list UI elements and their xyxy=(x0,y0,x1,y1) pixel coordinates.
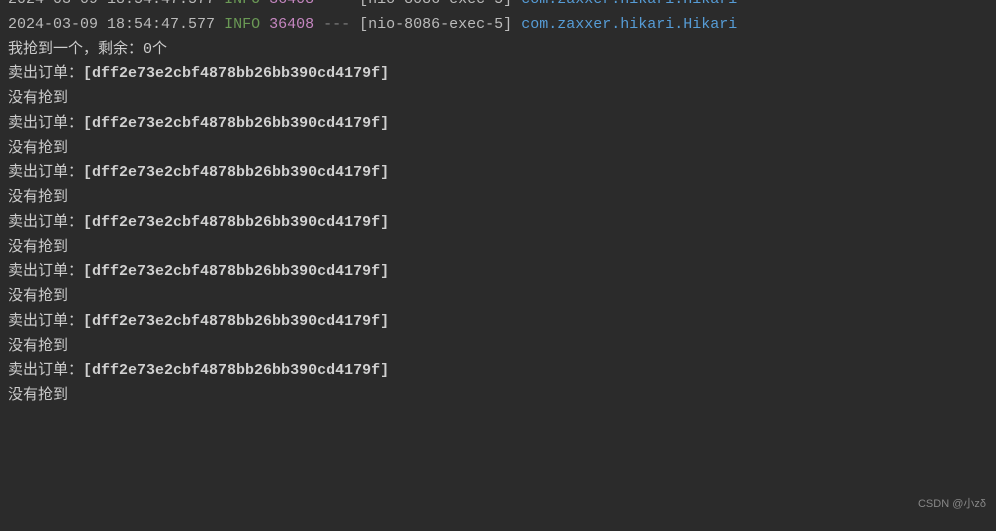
console-line: 没有抢到 xyxy=(8,335,988,360)
log-logger: com.zaxxer.hikari.Hikari xyxy=(521,16,737,33)
order-label: 卖出订单： xyxy=(8,214,83,231)
console-line: 没有抢到 xyxy=(8,285,988,310)
console-line: 卖出订单：[dff2e73e2cbf4878bb26bb390cd4179f] xyxy=(8,260,988,285)
bracket-close: ] xyxy=(380,115,389,132)
console-line: 我抢到一个，剩余：0个 xyxy=(8,38,988,63)
console-line: 2024-03-09 18:54:47.577 INFO 36408 --- [… xyxy=(8,13,988,38)
order-label: 卖出订单： xyxy=(8,115,83,132)
log-logger: com.zaxxer.hikari.Hikari xyxy=(521,0,737,8)
console-output[interactable]: 2024-03-09 18:54:47.577 INFO 36408 --- [… xyxy=(8,0,988,409)
miss-message: 没有抢到 xyxy=(8,387,68,404)
log-timestamp: 2024-03-09 18:54:47.577 xyxy=(8,0,215,8)
miss-message: 没有抢到 xyxy=(8,239,68,256)
miss-message: 没有抢到 xyxy=(8,288,68,305)
order-label: 卖出订单： xyxy=(8,65,83,82)
console-line: 没有抢到 xyxy=(8,87,988,112)
miss-message: 没有抢到 xyxy=(8,338,68,355)
order-label: 卖出订单： xyxy=(8,164,83,181)
console-line: 卖出订单：[dff2e73e2cbf4878bb26bb390cd4179f] xyxy=(8,310,988,335)
console-line: 没有抢到 xyxy=(8,137,988,162)
console-line: 2024-03-09 18:54:47.577 INFO 36408 --- [… xyxy=(8,0,988,13)
bracket-close: ] xyxy=(380,164,389,181)
bracket-open: [ xyxy=(83,362,92,379)
console-line: 卖出订单：[dff2e73e2cbf4878bb26bb390cd4179f] xyxy=(8,161,988,186)
console-line: 没有抢到 xyxy=(8,384,988,409)
log-pid: 36408 xyxy=(269,0,314,8)
console-line: 卖出订单：[dff2e73e2cbf4878bb26bb390cd4179f] xyxy=(8,359,988,384)
log-thread: [nio-8086-exec-5] xyxy=(359,0,512,8)
watermark: CSDN @小zδ xyxy=(918,495,986,513)
order-id: dff2e73e2cbf4878bb26bb390cd4179f xyxy=(92,115,380,132)
log-separator: --- xyxy=(323,16,350,33)
bracket-close: ] xyxy=(380,313,389,330)
bracket-open: [ xyxy=(83,164,92,181)
log-pid: 36408 xyxy=(269,16,314,33)
bracket-close: ] xyxy=(380,65,389,82)
log-separator: --- xyxy=(323,0,350,8)
miss-message: 没有抢到 xyxy=(8,140,68,157)
miss-message: 没有抢到 xyxy=(8,189,68,206)
console-line: 没有抢到 xyxy=(8,186,988,211)
bracket-open: [ xyxy=(83,263,92,280)
order-id: dff2e73e2cbf4878bb26bb390cd4179f xyxy=(92,214,380,231)
bracket-open: [ xyxy=(83,313,92,330)
order-id: dff2e73e2cbf4878bb26bb390cd4179f xyxy=(92,362,380,379)
console-line: 没有抢到 xyxy=(8,236,988,261)
order-id: dff2e73e2cbf4878bb26bb390cd4179f xyxy=(92,65,380,82)
order-label: 卖出订单： xyxy=(8,263,83,280)
order-id: dff2e73e2cbf4878bb26bb390cd4179f xyxy=(92,263,380,280)
console-line: 卖出订单：[dff2e73e2cbf4878bb26bb390cd4179f] xyxy=(8,62,988,87)
console-line: 卖出订单：[dff2e73e2cbf4878bb26bb390cd4179f] xyxy=(8,112,988,137)
log-timestamp: 2024-03-09 18:54:47.577 xyxy=(8,16,215,33)
log-level: INFO xyxy=(224,0,260,8)
log-thread: [nio-8086-exec-5] xyxy=(359,16,512,33)
order-label: 卖出订单： xyxy=(8,313,83,330)
bracket-close: ] xyxy=(380,214,389,231)
miss-message: 没有抢到 xyxy=(8,90,68,107)
bracket-open: [ xyxy=(83,115,92,132)
log-level: INFO xyxy=(224,16,260,33)
bracket-open: [ xyxy=(83,214,92,231)
order-id: dff2e73e2cbf4878bb26bb390cd4179f xyxy=(92,164,380,181)
bracket-close: ] xyxy=(380,362,389,379)
bracket-open: [ xyxy=(83,65,92,82)
console-line: 卖出订单：[dff2e73e2cbf4878bb26bb390cd4179f] xyxy=(8,211,988,236)
grabbed-message: 我抢到一个，剩余：0个 xyxy=(8,41,167,58)
order-id: dff2e73e2cbf4878bb26bb390cd4179f xyxy=(92,313,380,330)
order-label: 卖出订单： xyxy=(8,362,83,379)
bracket-close: ] xyxy=(380,263,389,280)
